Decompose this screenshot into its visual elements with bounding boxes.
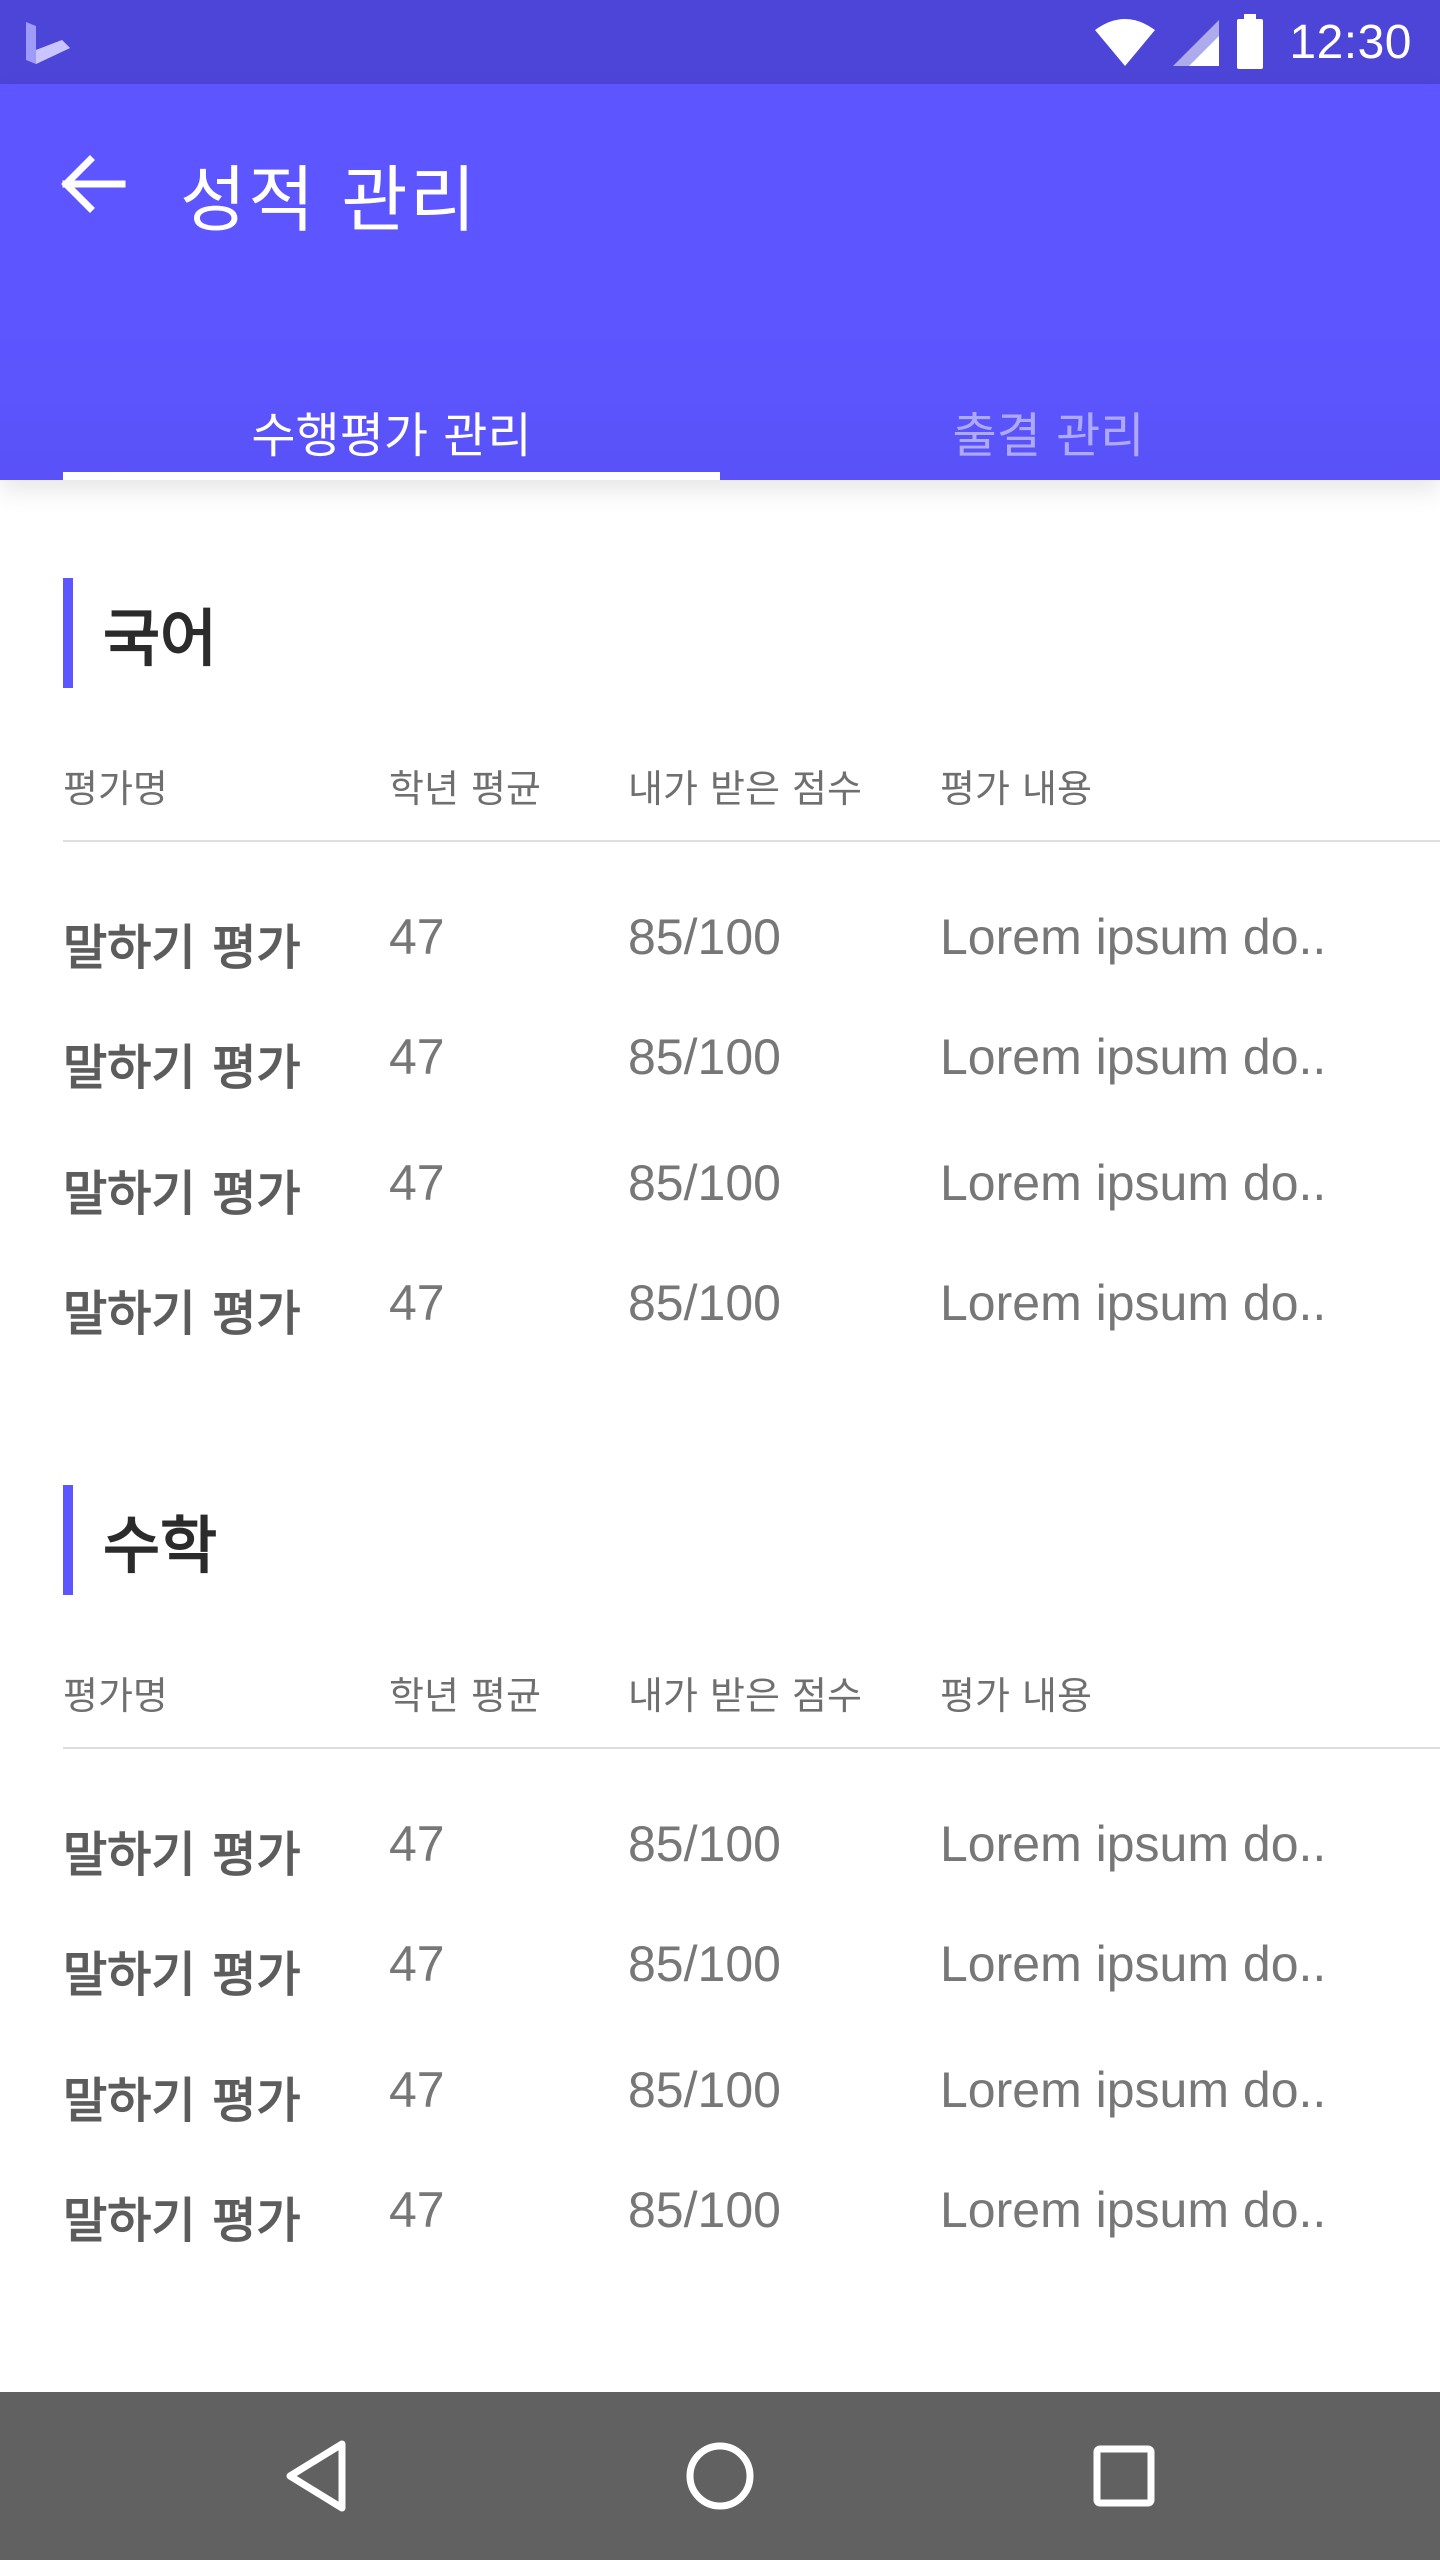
cell-my-score: 85/100 [628,2062,781,2118]
cell-assessment-name: 말하기 평가 [63,1040,301,1096]
subject-section-korean: 국어 평가명 학년 평균 내가 받은 점수 평가 내용 말하기 평가 47 85… [63,578,1440,1342]
cell-grade-avg: 47 [389,2182,445,2238]
column-header-name: 평가명 [63,1674,168,1718]
arrow-back-icon [61,155,126,213]
signal-icon [1173,20,1220,66]
status-time: 12:30 [1289,15,1412,69]
table-row[interactable]: 말하기 평가 47 85/100 Lorem ipsum do.. [63,1815,1440,1885]
cell-grade-avg: 47 [389,1275,445,1331]
table-row[interactable]: 말하기 평가 47 85/100 Lorem ipsum do.. [63,1154,1440,1224]
tab-attendance[interactable]: 출결 관리 [720,346,1377,480]
section-accent-bar [63,1485,73,1595]
cell-my-score: 85/100 [628,1816,781,1872]
tab-label: 수행평가 관리 [251,408,532,464]
table-row[interactable]: 말하기 평가 47 85/100 Lorem ipsum do.. [63,908,1440,978]
cell-grade-avg: 47 [389,1936,445,1992]
section-accent-bar [63,578,73,688]
cell-grade-avg: 47 [389,2062,445,2118]
system-nav-bar [0,2392,1440,2560]
table-row[interactable]: 말하기 평가 47 85/100 Lorem ipsum do.. [63,1935,1440,2005]
cell-assessment-name: 말하기 평가 [63,2193,301,2249]
tab-label: 출결 관리 [952,408,1145,464]
cell-assessment-name: 말하기 평가 [63,1827,301,1883]
nav-home-button[interactable] [668,2424,772,2528]
cell-content: Lorem ipsum do.. [940,1155,1327,1211]
column-header-name: 평가명 [63,767,168,811]
app-bar: 성적 관리 수행평가 관리 출결 관리 [0,84,1440,480]
column-header-grade-avg: 학년 평균 [389,767,541,811]
table-row[interactable]: 말하기 평가 47 85/100 Lorem ipsum do.. [63,2181,1440,2251]
battery-icon [1237,14,1264,69]
table-header: 평가명 학년 평균 내가 받은 점수 평가 내용 [63,1665,1440,1718]
nav-recents-button[interactable] [1072,2424,1176,2528]
subject-section-math: 수학 평가명 학년 평균 내가 받은 점수 평가 내용 말하기 평가 47 85… [63,1485,1440,2249]
cell-my-score: 85/100 [628,1275,781,1331]
divider [63,1747,1440,1749]
cell-assessment-name: 말하기 평가 [63,920,301,976]
column-header-content: 평가 내용 [940,1674,1092,1718]
home-circle-icon [686,2442,754,2510]
cell-assessment-name: 말하기 평가 [63,2073,301,2129]
cell-content: Lorem ipsum do.. [940,2062,1327,2118]
column-header-content: 평가 내용 [940,767,1092,811]
column-header-grade-avg: 학년 평균 [389,1674,541,1718]
app-logo-icon [26,22,70,64]
table-header: 평가명 학년 평균 내가 받은 점수 평가 내용 [63,758,1440,811]
cell-grade-avg: 47 [389,909,445,965]
section-title: 국어 [103,602,218,675]
cell-content: Lorem ipsum do.. [940,1029,1327,1085]
cell-content: Lorem ipsum do.. [940,1816,1327,1872]
section-title: 수학 [103,1509,218,1582]
divider [63,840,1440,842]
page-title: 성적 관리 [180,158,478,242]
status-bar: 12:30 [0,0,1440,84]
section-header: 수학 [63,1485,217,1595]
cell-content: Lorem ipsum do.. [940,2182,1327,2238]
cell-assessment-name: 말하기 평가 [63,1947,301,2003]
cell-my-score: 85/100 [628,1155,781,1211]
cell-assessment-name: 말하기 평가 [63,1286,301,1342]
back-button[interactable] [52,144,132,224]
wifi-icon [1095,19,1156,66]
tab-bar: 수행평가 관리 출결 관리 [63,346,1377,480]
section-header: 국어 [63,578,217,688]
nav-back-button[interactable] [264,2424,368,2528]
cell-grade-avg: 47 [389,1816,445,1872]
cell-content: Lorem ipsum do.. [940,1936,1327,1992]
column-header-my-score: 내가 받은 점수 [628,1674,862,1718]
cell-my-score: 85/100 [628,909,781,965]
recents-square-icon [1093,2445,1155,2507]
cell-content: Lorem ipsum do.. [940,909,1327,965]
tab-indicator [63,472,720,480]
status-icons: 12:30 [1093,0,1412,84]
cell-grade-avg: 47 [389,1155,445,1211]
cell-my-score: 85/100 [628,2182,781,2238]
table-row[interactable]: 말하기 평가 47 85/100 Lorem ipsum do.. [63,1028,1440,1098]
table-row[interactable]: 말하기 평가 47 85/100 Lorem ipsum do.. [63,1274,1440,1344]
cell-my-score: 85/100 [628,1936,781,1992]
table-row[interactable]: 말하기 평가 47 85/100 Lorem ipsum do.. [63,2061,1440,2131]
back-triangle-icon [286,2440,346,2512]
cell-assessment-name: 말하기 평가 [63,1166,301,1222]
column-header-my-score: 내가 받은 점수 [628,767,862,811]
cell-my-score: 85/100 [628,1029,781,1085]
tab-performance-assessment[interactable]: 수행평가 관리 [63,346,720,480]
cell-content: Lorem ipsum do.. [940,1275,1327,1331]
cell-grade-avg: 47 [389,1029,445,1085]
